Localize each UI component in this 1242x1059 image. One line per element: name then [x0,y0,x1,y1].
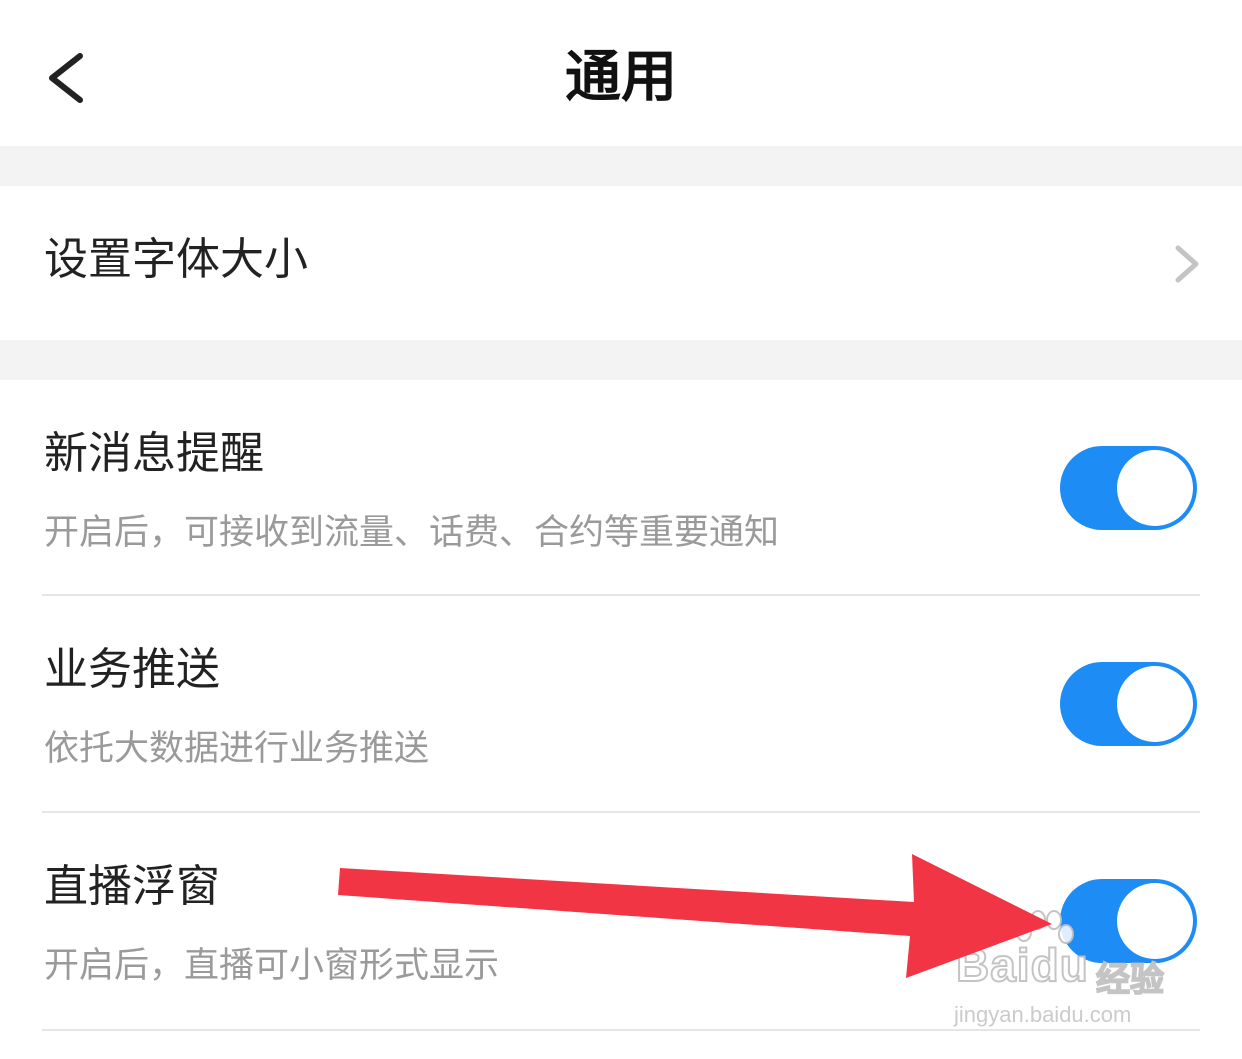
setting-row-live-floating-window: 直播浮窗 开启后，直播可小窗形式显示 [0,813,1242,1028]
setting-label: 业务推送 [44,644,220,695]
setting-description: 开启后，可接收到流量、话费、合约等重要通知 [44,513,780,553]
toggle-knob [1117,666,1193,742]
setting-description: 开启后，直播可小窗形式显示 [44,946,500,986]
setting-row-new-message-alert: 新消息提醒 开启后，可接收到流量、话费、合约等重要通知 [0,380,1242,595]
setting-label: 新消息提醒 [44,428,264,479]
section-gap [0,340,1242,380]
toggle-knob [1117,450,1193,526]
setting-description: 依托大数据进行业务推送 [44,729,430,769]
new-message-alert-toggle[interactable] [1060,446,1197,530]
setting-row-business-push: 业务推送 依托大数据进行业务推送 [0,596,1242,811]
setting-label: 直播浮窗 [44,861,220,912]
live-floating-window-toggle[interactable] [1060,879,1197,963]
page-title: 通用 [565,45,677,110]
section-gap [0,146,1242,186]
font-size-setting-label: 设置字体大小 [44,234,308,285]
top-nav-bar: 通用 [0,0,1242,146]
chevron-right-icon [1175,245,1199,283]
business-push-toggle[interactable] [1060,662,1197,746]
font-size-setting-row[interactable]: 设置字体大小 [0,186,1242,340]
divider [42,1029,1200,1031]
toggle-knob [1117,883,1193,959]
